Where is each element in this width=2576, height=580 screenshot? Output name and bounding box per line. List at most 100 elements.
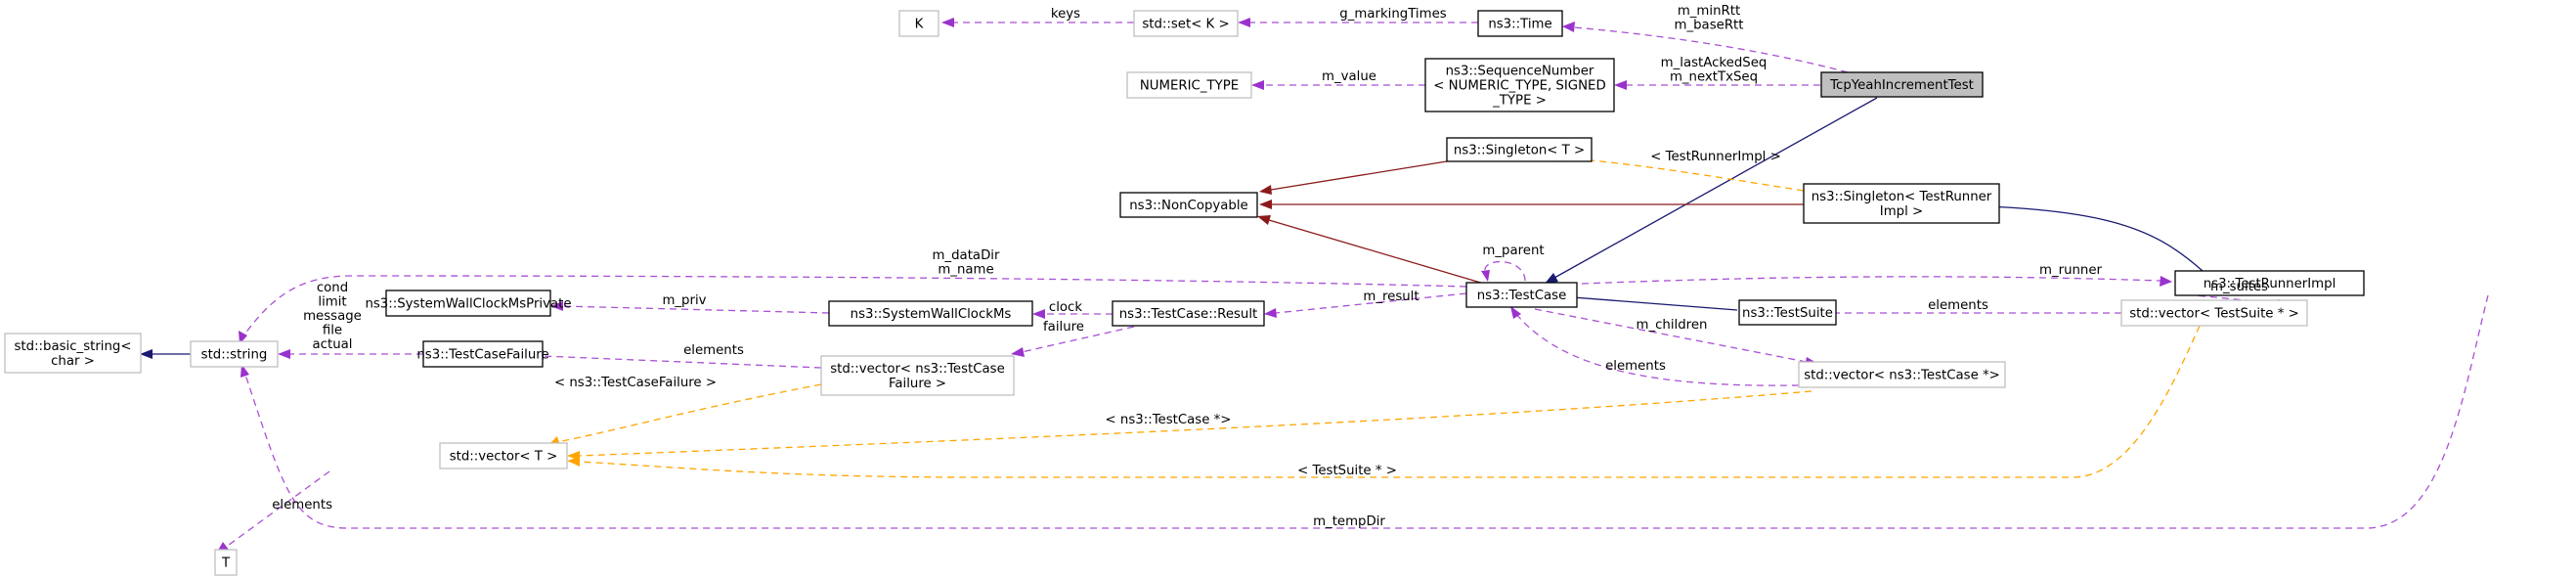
class-node-result[interactable]: ns3::TestCase::Result bbox=[1112, 300, 1265, 327]
edge-label-text: m_parent bbox=[1482, 244, 1544, 258]
class-node-seqnum[interactable]: ns3::SequenceNumber< NUMERIC_TYPE, SIGNE… bbox=[1424, 58, 1615, 112]
class-node-numeric-type[interactable]: NUMERIC_TYPE bbox=[1126, 71, 1252, 99]
arrowhead-icon bbox=[1257, 215, 1271, 225]
edge-label-text: m_dataDir bbox=[933, 248, 1000, 263]
edge-label-text: m_children bbox=[1637, 318, 1708, 333]
edge-singleton-noncopyable bbox=[1270, 160, 1448, 191]
class-node-noncopyable[interactable]: ns3::NonCopyable bbox=[1119, 192, 1258, 218]
edge-label-text: m_priv bbox=[662, 293, 706, 308]
nodes: Kstd::set< K > ns3::TimeTcpYeahIncrementT… bbox=[4, 10, 2365, 576]
node-label: ns3::TestCase::Result bbox=[1119, 307, 1258, 322]
edge-label-text: m_value bbox=[1322, 69, 1376, 84]
edge-label-text: elements bbox=[272, 498, 332, 513]
edge-label-text: elements bbox=[1605, 359, 1666, 374]
class-node-testcase[interactable]: ns3::TestCase bbox=[1465, 282, 1578, 308]
edge-label-clock: clock bbox=[1049, 300, 1082, 315]
node-label: ns3::TestCase bbox=[1477, 289, 1567, 303]
node-label: ns3::Time bbox=[1488, 18, 1551, 32]
edge-label-text: actual bbox=[313, 337, 353, 352]
arrowhead-icon bbox=[1259, 200, 1272, 209]
class-node-vec-tcfailure[interactable]: std::vector< ns3::TestCaseFailure > bbox=[820, 355, 1015, 396]
class-node-vec-suite[interactable]: std::vector< TestSuite * > bbox=[2120, 299, 2308, 327]
edge-label-failure: failure bbox=[1043, 320, 1084, 335]
edge-label-tc-elements: elements bbox=[1605, 359, 1666, 374]
node-label: ns3::SequenceNumber bbox=[1446, 65, 1594, 79]
node-label: char > bbox=[51, 354, 95, 369]
node-label: ns3::TestCaseFailure bbox=[416, 348, 548, 363]
node-label: _TYPE > bbox=[1492, 94, 1547, 109]
class-node-basic-string[interactable]: std::basic_string<char > bbox=[4, 333, 142, 374]
edge-label-tcf-elements: elements bbox=[683, 343, 744, 358]
node-label: std::vector< ns3::TestCase bbox=[830, 362, 1005, 377]
node-label: < NUMERIC_TYPE, SIGNED bbox=[1433, 79, 1605, 94]
arrowhead-icon bbox=[1481, 270, 1490, 282]
edge-label-string-fields: condlimitmessagefileactual bbox=[303, 281, 362, 352]
edge-label-seq: m_lastAckedSeqm_nextTxSeq bbox=[1661, 56, 1768, 85]
edge-label-suite-elements: elements bbox=[1928, 298, 1988, 313]
edge-label-text: clock bbox=[1049, 300, 1082, 315]
edge-label-text: m_baseRtt bbox=[1675, 19, 1744, 33]
edge-label-m-children: m_children bbox=[1637, 318, 1708, 333]
class-node-string[interactable]: std::string bbox=[190, 340, 279, 368]
class-node-vec-t[interactable]: std::vector< T > bbox=[439, 442, 568, 469]
class-node-set-k[interactable]: std::set< K > bbox=[1133, 10, 1239, 37]
class-node-testrunnerimpl[interactable]: ns3::TestRunnerImpl bbox=[2174, 270, 2365, 296]
class-node-T[interactable]: T bbox=[214, 549, 238, 576]
edge-label-text: m_minRtt bbox=[1678, 4, 1740, 19]
collaboration-diagram: Kstd::set< K > ns3::TimeTcpYeahIncrementT… bbox=[4, 4, 2489, 576]
class-node-singleton-t[interactable]: ns3::Singleton< T > bbox=[1446, 137, 1593, 162]
edge-label-suite-template: < TestSuite * > bbox=[1297, 464, 1397, 478]
arrowhead-icon bbox=[1264, 308, 1277, 318]
edge-label-text: m_lastAckedSeq bbox=[1661, 56, 1768, 70]
node-label: std::set< K > bbox=[1142, 18, 1229, 32]
class-node-swcm-private[interactable]: ns3::SystemWallClockMsPrivate bbox=[365, 290, 572, 317]
edge-label-text: keys bbox=[1051, 7, 1080, 22]
node-label: ns3::NonCopyable bbox=[1129, 199, 1247, 213]
edge-label-text: g_markingTimes bbox=[1339, 7, 1446, 22]
class-node-tcfailure[interactable]: ns3::TestCaseFailure bbox=[416, 340, 549, 368]
arrowhead-icon bbox=[1238, 18, 1250, 27]
edge-label-text: message bbox=[303, 309, 362, 324]
edge-label-text: failure bbox=[1043, 320, 1084, 335]
edge-label-text: limit bbox=[318, 295, 346, 310]
class-node-K[interactable]: K bbox=[898, 10, 939, 37]
edge-label-text: elements bbox=[1928, 298, 1988, 313]
node-label: std::basic_string< bbox=[14, 339, 131, 354]
edge-label-m-parent: m_parent bbox=[1482, 244, 1544, 258]
edge-label-text: cond bbox=[317, 281, 348, 295]
edge-label-m-value: m_value bbox=[1322, 69, 1376, 84]
node-label: ns3::SystemWallClockMs bbox=[851, 307, 1012, 322]
edge-label-text: < ns3::TestCaseFailure > bbox=[554, 376, 717, 390]
node-label: std::string bbox=[201, 348, 268, 363]
edge-label-text: < TestSuite * > bbox=[1297, 464, 1397, 478]
node-label: ns3::Singleton< TestRunner bbox=[1812, 190, 1992, 204]
edge-label-tri-template: < TestRunnerImpl > bbox=[1650, 150, 1781, 164]
node-label: ns3::SystemWallClockMsPrivate bbox=[365, 297, 571, 312]
arrowhead-icon bbox=[278, 349, 290, 359]
arrowhead-icon bbox=[1614, 80, 1627, 90]
edge-m-runner bbox=[1534, 276, 2161, 287]
edge-label-text: elements bbox=[683, 343, 744, 358]
edge-label-dir-name: m_dataDirm_name bbox=[933, 248, 1000, 278]
class-node-tcp-yeah[interactable]: TcpYeahIncrementTest bbox=[1820, 71, 1984, 98]
edge-testcase-noncopyable bbox=[1268, 219, 1485, 285]
node-label: K bbox=[915, 18, 924, 32]
edge-label-t-elements: elements bbox=[272, 498, 332, 513]
edge-tcf-elements bbox=[542, 355, 822, 369]
edge-template-testcasefailure bbox=[556, 383, 822, 443]
arrowhead-icon bbox=[140, 349, 153, 359]
arrowhead-icon bbox=[2160, 276, 2172, 287]
edge-label-text: m_suites bbox=[2210, 280, 2268, 294]
edge-template-testsuite bbox=[578, 325, 2201, 478]
class-node-swcm[interactable]: ns3::SystemWallClockMs bbox=[828, 300, 1033, 327]
class-node-vec-tc[interactable]: std::vector< ns3::TestCase *> bbox=[1798, 361, 2006, 388]
edge-label-keys: keys bbox=[1051, 7, 1080, 22]
class-node-testsuite[interactable]: ns3::TestSuite bbox=[1738, 299, 1837, 326]
edge-label-text: < ns3::TestCase *> bbox=[1106, 413, 1232, 427]
edge-label-text: < TestRunnerImpl > bbox=[1650, 150, 1781, 164]
class-node-time[interactable]: ns3::Time bbox=[1477, 10, 1563, 37]
arrowhead-icon bbox=[1562, 22, 1575, 32]
edge-label-tc-template: < ns3::TestCase *> bbox=[1106, 413, 1232, 427]
edge-label-text: m_runner bbox=[2039, 263, 2103, 278]
class-node-singleton-tri[interactable]: ns3::Singleton< TestRunnerImpl > bbox=[1803, 183, 2000, 224]
